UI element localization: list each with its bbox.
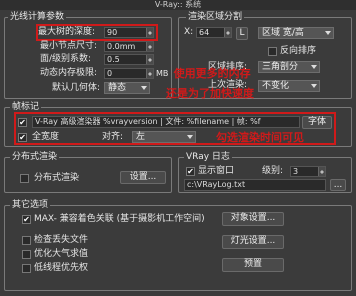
window-title-bar: V-Ray:: 系统 [0, 0, 356, 10]
spinner-arrows-icon[interactable] [146, 69, 153, 78]
check-missing-checkbox[interactable] [22, 236, 31, 245]
max-compat-label: MAX- 兼容着色关联 (基于摄影机工作空间) [34, 214, 205, 224]
window-title: V-Ray:: 系统 [154, 0, 202, 9]
object-settings-button[interactable]: 对象设置... [222, 212, 284, 226]
face-coef-spinner[interactable]: 0.5 [104, 54, 154, 65]
presets-button[interactable]: 预置 [222, 258, 284, 272]
align-label: 对齐: [102, 132, 124, 142]
low-priority-label: 低线程优先权 [34, 263, 89, 273]
region-wh-value: 区域 宽/高 [262, 28, 304, 38]
max-depth-highlight-box [36, 24, 158, 41]
show-window-label: 显示窗口 [198, 166, 235, 176]
vray-log-title: VRay 日志 [184, 152, 232, 162]
log-browse-button[interactable]: ... [330, 179, 346, 191]
mem-limit-spinner[interactable]: 0 [104, 68, 154, 79]
default-geo-label: 默认几何体: [52, 83, 101, 93]
region-x-label: X: [184, 27, 194, 37]
chevron-down-icon [325, 31, 331, 35]
spinner-arrows-icon[interactable] [146, 42, 153, 51]
face-coef-value: 0.5 [107, 55, 120, 64]
full-width-checkbox[interactable]: ✔ [18, 133, 27, 142]
memory-annotation: 使用更多的内存 还是为了加快速度 [166, 67, 254, 100]
align-value: 左 [136, 132, 146, 142]
raycast-params-title: 光线计算参数 [8, 12, 67, 22]
distributed-label: 分布式渲染 [34, 173, 80, 183]
default-geo-dropdown[interactable]: 静态 [104, 82, 150, 94]
font-button[interactable]: 字体 [302, 116, 332, 129]
distributed-title: 分布式渲染 [10, 152, 60, 162]
max-compat-checkbox[interactable]: ✔ [22, 215, 31, 224]
mem-limit-label: 动态内存极限: [40, 68, 98, 78]
optimize-atmos-checkbox[interactable] [22, 250, 31, 259]
render-time-annotation: 勾选渲染时间可见 [216, 131, 304, 144]
spinner-arrows-icon[interactable] [318, 167, 325, 176]
chevron-down-icon [187, 135, 193, 139]
full-width-label: 全宽度 [32, 132, 60, 142]
min-leaf-spinner[interactable]: 0.0mm [104, 41, 154, 52]
light-settings-button[interactable]: 灯光设置... [222, 235, 284, 249]
region-sort-value: 三角剖分 [262, 62, 299, 72]
region-sort-dropdown[interactable]: 三角剖分 [258, 61, 320, 73]
min-leaf-value: 0.0mm [107, 42, 136, 51]
reverse-order-checkbox[interactable] [268, 47, 277, 56]
frame-stamp-checkbox[interactable]: ✔ [18, 118, 27, 127]
distributed-checkbox[interactable] [20, 174, 29, 183]
log-level-label: 级别: [262, 166, 284, 176]
show-window-checkbox[interactable]: ✔ [186, 167, 195, 176]
chevron-down-icon [311, 65, 317, 69]
chevron-down-icon [311, 84, 317, 88]
region-lock-button[interactable]: L [236, 27, 248, 40]
reverse-order-label: 反向排序 [280, 46, 317, 56]
log-level-value: 3 [293, 167, 299, 176]
region-x-spinner[interactable]: 64 [196, 27, 232, 38]
log-level-spinner[interactable]: 3 [290, 166, 326, 177]
frame-stamp-text-input[interactable]: V-Ray 高级渲染器 %vrayversion | 文件: %filename… [32, 116, 300, 128]
face-coef-label: 面/级别系数: [40, 54, 92, 64]
frame-stamp-title: 帧标记 [10, 102, 42, 112]
align-dropdown[interactable]: 左 [132, 131, 196, 143]
render-region-title: 渲染区域分割 [186, 12, 245, 22]
region-x-value: 64 [199, 28, 210, 37]
prev-render-dropdown[interactable]: 不变化 [258, 80, 320, 92]
chevron-down-icon [141, 86, 147, 90]
log-path-input[interactable]: c:\VRayLog.txt [184, 179, 326, 191]
spinner-arrows-icon[interactable] [146, 55, 153, 64]
low-priority-checkbox[interactable] [22, 264, 31, 273]
optimize-atmos-label: 优化大气求值 [34, 249, 89, 259]
min-leaf-label: 最小节点尺寸: [40, 41, 98, 51]
spinner-arrows-icon[interactable] [224, 28, 231, 37]
prev-render-value: 不变化 [262, 81, 290, 91]
check-missing-label: 检查丢失文件 [34, 235, 89, 245]
distributed-settings-button[interactable]: 设置... [120, 171, 166, 184]
mem-limit-value: 0 [107, 69, 113, 78]
misc-options-title: 其它选项 [10, 200, 51, 210]
default-geo-value: 静态 [108, 83, 127, 93]
region-wh-dropdown[interactable]: 区域 宽/高 [258, 27, 334, 39]
